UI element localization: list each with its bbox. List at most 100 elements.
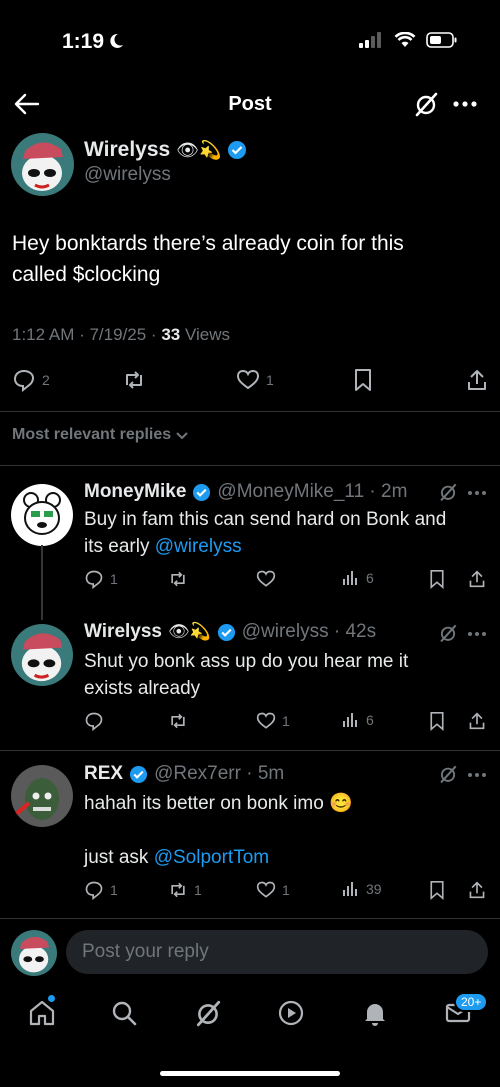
verified-badge-icon — [228, 141, 247, 159]
reply-sort-dropdown[interactable]: Most relevant replies — [12, 426, 189, 444]
heart-icon — [256, 881, 276, 898]
grok-icon — [440, 765, 457, 784]
share-icon — [469, 712, 485, 730]
repost-button[interactable] — [168, 711, 194, 731]
views-count: 33 — [161, 325, 181, 344]
like-count: 1 — [282, 713, 290, 729]
bookmark-button[interactable] — [428, 711, 446, 731]
reply-author-name[interactable]: REX — [84, 763, 123, 785]
avatar-moneymike[interactable] — [11, 484, 73, 546]
divider — [0, 918, 500, 919]
views-count: 39 — [366, 881, 382, 897]
heart-icon — [236, 369, 260, 390]
reply-header: REX @Rex7err · 5m — [84, 763, 284, 785]
reply-author-name[interactable]: Wirelyss — [84, 621, 162, 643]
repost-button[interactable]: 1 — [168, 880, 202, 900]
views-button[interactable]: 39 — [342, 880, 382, 898]
tab-search[interactable] — [110, 999, 138, 1027]
share-button[interactable] — [466, 368, 488, 392]
reply-text-line: just ask @SolportTom — [84, 844, 494, 871]
author-row: Wirelyss 👁💫 — [84, 138, 247, 162]
more-options-button[interactable] — [467, 631, 487, 637]
post-actions: 2 1 — [12, 368, 488, 394]
bookmark-button[interactable] — [428, 880, 446, 900]
reply-icon — [85, 570, 103, 589]
signal-icon — [359, 32, 381, 48]
reply-button[interactable]: 2 — [12, 368, 50, 392]
post-text-line: Hey bonktards there’s already coin for t… — [12, 232, 404, 255]
author-handle[interactable]: @wirelyss — [84, 164, 171, 186]
post-text-line: called $clocking — [12, 263, 161, 286]
reply-composer[interactable]: Post your reply — [66, 930, 488, 974]
reply-actions: 1 6 — [84, 711, 488, 733]
divider — [0, 465, 500, 466]
reply-text-prefix: its early — [84, 536, 155, 557]
more-options-button[interactable] — [467, 772, 487, 778]
like-count: 1 — [266, 372, 274, 388]
like-button[interactable] — [256, 569, 282, 589]
reply-input-placeholder[interactable]: Post your reply — [82, 941, 209, 963]
share-button[interactable] — [468, 711, 486, 731]
bookmark-icon — [430, 570, 444, 589]
reply-author-name[interactable]: MoneyMike — [84, 481, 186, 503]
more-horizontal-icon — [468, 632, 486, 636]
reply-header: Wirelyss 👁💫 @wirelyss · 42s — [84, 621, 376, 643]
mention-link[interactable]: @wirelyss — [155, 536, 242, 557]
share-button[interactable] — [468, 569, 486, 589]
grok-button[interactable] — [438, 482, 458, 502]
like-button[interactable]: 1 — [236, 368, 274, 392]
grok-button[interactable] — [438, 764, 458, 784]
reply-author-emojis: 👁💫 — [168, 622, 211, 641]
avatar-wirelyss[interactable] — [11, 624, 73, 686]
divider — [0, 750, 500, 751]
author-name[interactable]: Wirelyss — [84, 138, 170, 162]
reply-handle-time: @MoneyMike_11 · 2m — [217, 481, 408, 502]
reply-body: Shut yo bonk ass up do you hear me it ex… — [84, 648, 494, 702]
repost-button[interactable] — [122, 368, 146, 392]
share-button[interactable] — [468, 880, 486, 900]
repost-button[interactable] — [168, 569, 194, 589]
author-emojis: 👁💫 — [176, 139, 222, 160]
reply-text-line: Shut yo bonk ass up do you hear me it — [84, 651, 409, 672]
views-count: 6 — [366, 712, 374, 728]
verified-badge-icon — [130, 765, 148, 783]
bookmark-button[interactable] — [428, 569, 446, 589]
reply-button[interactable]: 1 — [84, 880, 118, 900]
reply-button[interactable]: 1 — [84, 569, 118, 589]
share-icon — [469, 881, 485, 899]
my-avatar[interactable] — [11, 930, 57, 976]
tab-grok[interactable] — [194, 999, 222, 1027]
search-icon — [112, 1001, 137, 1026]
tab-home[interactable] — [28, 999, 56, 1027]
more-options-button[interactable] — [452, 100, 478, 108]
more-options-button[interactable] — [467, 490, 487, 496]
tab-video[interactable] — [277, 999, 305, 1027]
avatar-rex[interactable] — [11, 765, 73, 827]
bookmark-icon — [430, 881, 444, 900]
messages-badge: 20+ — [454, 992, 489, 1012]
thread-connector — [41, 545, 43, 620]
reply-text-line: its early @wirelyss — [84, 533, 494, 560]
views-button[interactable]: 6 — [342, 711, 374, 729]
mention-link[interactable]: @SolportTom — [154, 847, 269, 868]
post-meta: 1:12 AM · 7/19/25 · 33 Views — [12, 325, 230, 345]
repost-icon — [171, 882, 185, 898]
grok-button[interactable] — [413, 91, 439, 117]
avatar-wirelyss[interactable] — [11, 133, 74, 196]
heart-icon — [256, 570, 276, 587]
reply-count: 1 — [110, 571, 118, 587]
reply-button[interactable] — [84, 711, 110, 731]
like-button[interactable]: 1 — [256, 711, 290, 731]
analytics-icon — [343, 713, 357, 727]
reply-actions: 1 6 — [84, 569, 488, 591]
bookmark-icon — [430, 712, 444, 731]
like-button[interactable]: 1 — [256, 880, 290, 900]
views-button[interactable]: 6 — [342, 569, 374, 587]
more-horizontal-icon — [468, 773, 486, 777]
repost-icon — [171, 713, 185, 729]
status-time: 1:19 — [62, 30, 105, 53]
bookmark-button[interactable] — [352, 368, 374, 392]
grok-button[interactable] — [438, 623, 458, 643]
tab-notifications[interactable] — [361, 999, 389, 1027]
post-body: Hey bonktards there’s already coin for t… — [12, 228, 482, 290]
